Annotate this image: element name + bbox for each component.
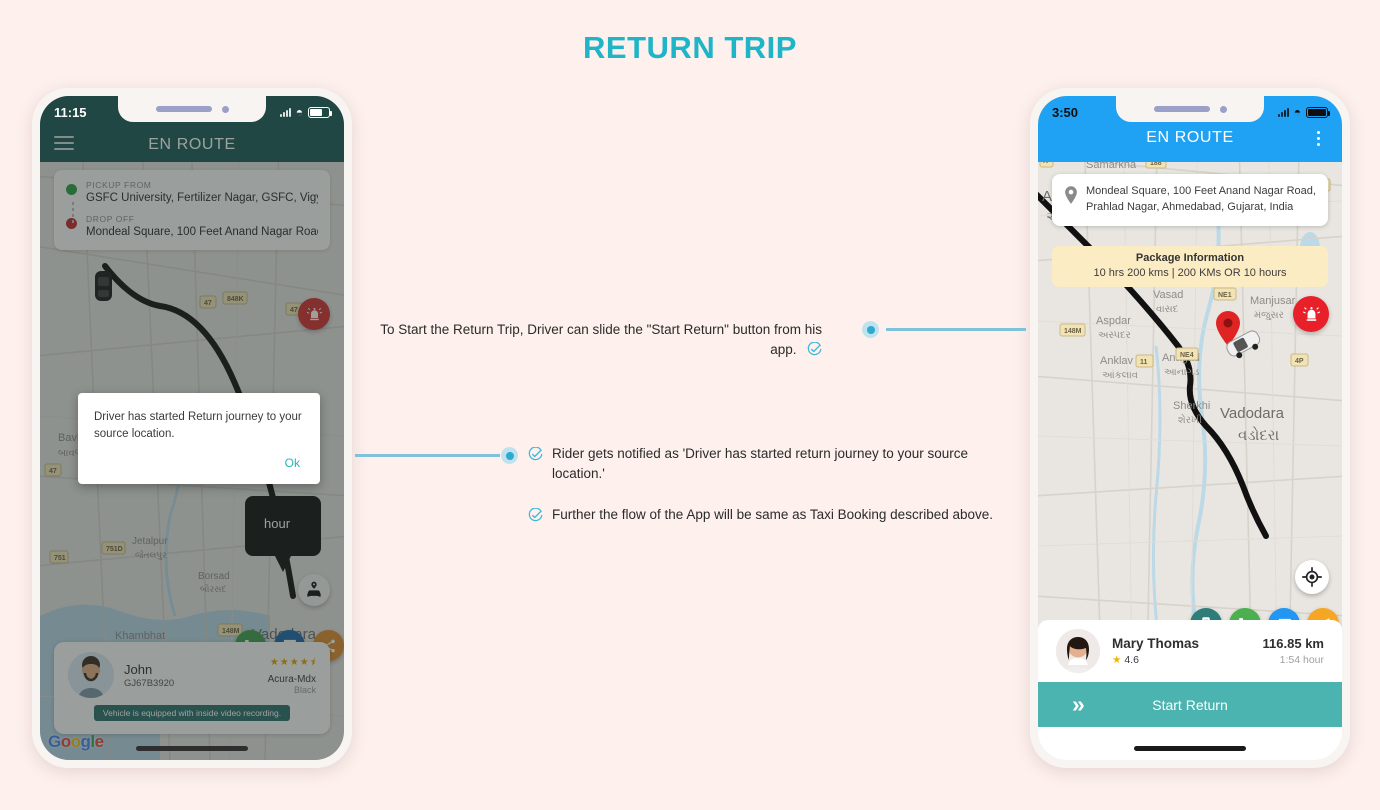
rider-name: Mary Thomas bbox=[1112, 636, 1200, 651]
my-location-button[interactable] bbox=[1295, 560, 1329, 594]
driver-connector-dot bbox=[862, 321, 879, 338]
front-camera bbox=[1219, 105, 1227, 113]
highway-shield: 11 bbox=[1135, 354, 1154, 368]
highway-shield: NE1 bbox=[1213, 287, 1237, 301]
check-circle-icon bbox=[528, 507, 543, 528]
map-label: Manjusar bbox=[1250, 295, 1296, 307]
map-label: Vasad bbox=[1153, 289, 1183, 301]
rider-avatar bbox=[1056, 629, 1100, 673]
svg-text:11: 11 bbox=[1140, 359, 1148, 366]
rider-phone-screen: Ahmedabad અમદાવાદ Bavla બાવળા Kheda Kapa… bbox=[40, 96, 344, 760]
map-label: આંકલાવ bbox=[1102, 369, 1138, 381]
package-information-details: 10 hrs 200 kms | 200 KMs OR 10 hours bbox=[1093, 267, 1287, 279]
destination-address: Mondeal Square, 100 Feet Anand Nagar Roa… bbox=[1086, 185, 1316, 213]
rider-identity: Mary Thomas ★ 4.6 bbox=[1112, 636, 1199, 666]
check-circle-icon bbox=[807, 341, 822, 362]
map-label: મંજુસર bbox=[1254, 309, 1284, 321]
map-label: Sherkhi bbox=[1173, 400, 1210, 412]
check-circle-icon bbox=[528, 446, 543, 467]
driver-phone-mockup: Chaklasi ચકલાસી Bhalej ભાલેજ Ode ઓડે Sam… bbox=[1030, 88, 1350, 768]
trip-distance: 116.85 km bbox=[1262, 636, 1324, 651]
map-label: Anklav bbox=[1100, 355, 1134, 367]
signal-icon bbox=[279, 107, 291, 117]
map-label: શેરખી bbox=[1178, 413, 1202, 426]
home-indicator bbox=[136, 746, 248, 751]
signal-icon bbox=[1277, 107, 1289, 117]
battery-icon bbox=[308, 106, 332, 118]
destination-card[interactable]: Mondeal Square, 100 Feet Anand Nagar Roa… bbox=[1052, 174, 1328, 226]
trip-metrics: 116.85 km 1:54 hour bbox=[1263, 636, 1324, 666]
svg-text:148M: 148M bbox=[1064, 328, 1082, 335]
rider-annotation-item: Rider gets notified as 'Driver has start… bbox=[528, 444, 1008, 485]
map-pin-icon bbox=[1064, 186, 1078, 209]
sos-button[interactable] bbox=[1293, 296, 1329, 332]
rider-annotation-item: Further the flow of the App will be same… bbox=[528, 505, 1008, 528]
start-return-label: Start Return bbox=[1152, 696, 1228, 713]
wifi-icon: ◓ bbox=[1293, 105, 1301, 119]
package-information-card: Package Information 10 hrs 200 kms | 200… bbox=[1052, 246, 1328, 287]
rider-connector-dot bbox=[501, 447, 518, 464]
svg-text:NE1: NE1 bbox=[1218, 292, 1232, 299]
status-time: 3:50 bbox=[1052, 104, 1079, 120]
siren-icon bbox=[1302, 306, 1320, 321]
return-journey-dialog: Driver has started Return journey to you… bbox=[78, 393, 320, 485]
highway-shield: 148M bbox=[1059, 323, 1086, 337]
rider-connector-line bbox=[355, 454, 500, 457]
map-label: આનાગડ bbox=[1164, 367, 1200, 378]
home-indicator bbox=[1134, 746, 1246, 751]
phone-notch bbox=[1116, 96, 1264, 122]
chevron-double-right-icon: » bbox=[1072, 691, 1085, 717]
map-label: Aspdar bbox=[1096, 315, 1131, 327]
rider-annotation-text-1: Rider gets notified as 'Driver has start… bbox=[552, 446, 969, 482]
svg-text:4P: 4P bbox=[1295, 358, 1304, 365]
rider-info-card: Mary Thomas ★ 4.6 116.85 km 1:54 hour bbox=[1038, 620, 1342, 682]
dialog-ok-button[interactable]: Ok bbox=[94, 454, 304, 476]
map-label: વાસદ bbox=[1156, 304, 1179, 315]
status-time: 11:15 bbox=[54, 104, 87, 120]
driver-phone-screen: Chaklasi ચકલાસી Bhalej ભાલેજ Ode ઓડે Sam… bbox=[1038, 96, 1342, 760]
highway-shield: 4P bbox=[1290, 353, 1309, 367]
speaker-grill bbox=[1153, 106, 1210, 112]
status-icons: ◓ bbox=[279, 105, 332, 119]
start-return-button[interactable]: » Start Return bbox=[1038, 682, 1342, 727]
driver-annotation-text: To Start the Return Trip, Driver can sli… bbox=[380, 322, 822, 358]
rider-annotation-text-2: Further the flow of the App will be same… bbox=[552, 506, 993, 522]
highway-shield: NE4 bbox=[1175, 347, 1199, 361]
rider-avatar-image bbox=[1056, 629, 1100, 673]
star-icon: ★ bbox=[1112, 654, 1122, 666]
driver-connector-line bbox=[886, 328, 1026, 331]
wifi-icon: ◓ bbox=[295, 105, 303, 119]
svg-text:NE4: NE4 bbox=[1180, 352, 1194, 359]
page-title: RETURN TRIP bbox=[583, 30, 797, 65]
rider-rating: ★ 4.6 bbox=[1112, 654, 1199, 666]
bottom-safe-area bbox=[1038, 727, 1342, 760]
battery-icon bbox=[1306, 106, 1330, 118]
status-icons: ◓ bbox=[1277, 105, 1330, 119]
package-information-title: Package Information bbox=[1135, 252, 1245, 264]
map-label: અસ્પદર bbox=[1098, 330, 1131, 341]
trip-duration: 1:54 hour bbox=[1279, 654, 1324, 666]
speaker-grill bbox=[155, 106, 212, 112]
driver-annotation: To Start the Return Trip, Driver can sli… bbox=[378, 320, 822, 362]
rider-annotation-list: Rider gets notified as 'Driver has start… bbox=[528, 444, 1008, 528]
rider-rating-value: 4.6 bbox=[1124, 654, 1139, 666]
map-label: વડોદરા bbox=[1238, 426, 1279, 444]
map-label: Vadodara bbox=[1220, 405, 1285, 422]
crosshair-icon bbox=[1302, 567, 1322, 587]
rider-phone-mockup: Ahmedabad અમદાવાદ Bavla બાવળા Kheda Kapa… bbox=[32, 88, 352, 768]
dialog-message: Driver has started Return journey to you… bbox=[94, 411, 302, 440]
phone-notch bbox=[118, 96, 266, 122]
front-camera bbox=[221, 105, 229, 113]
